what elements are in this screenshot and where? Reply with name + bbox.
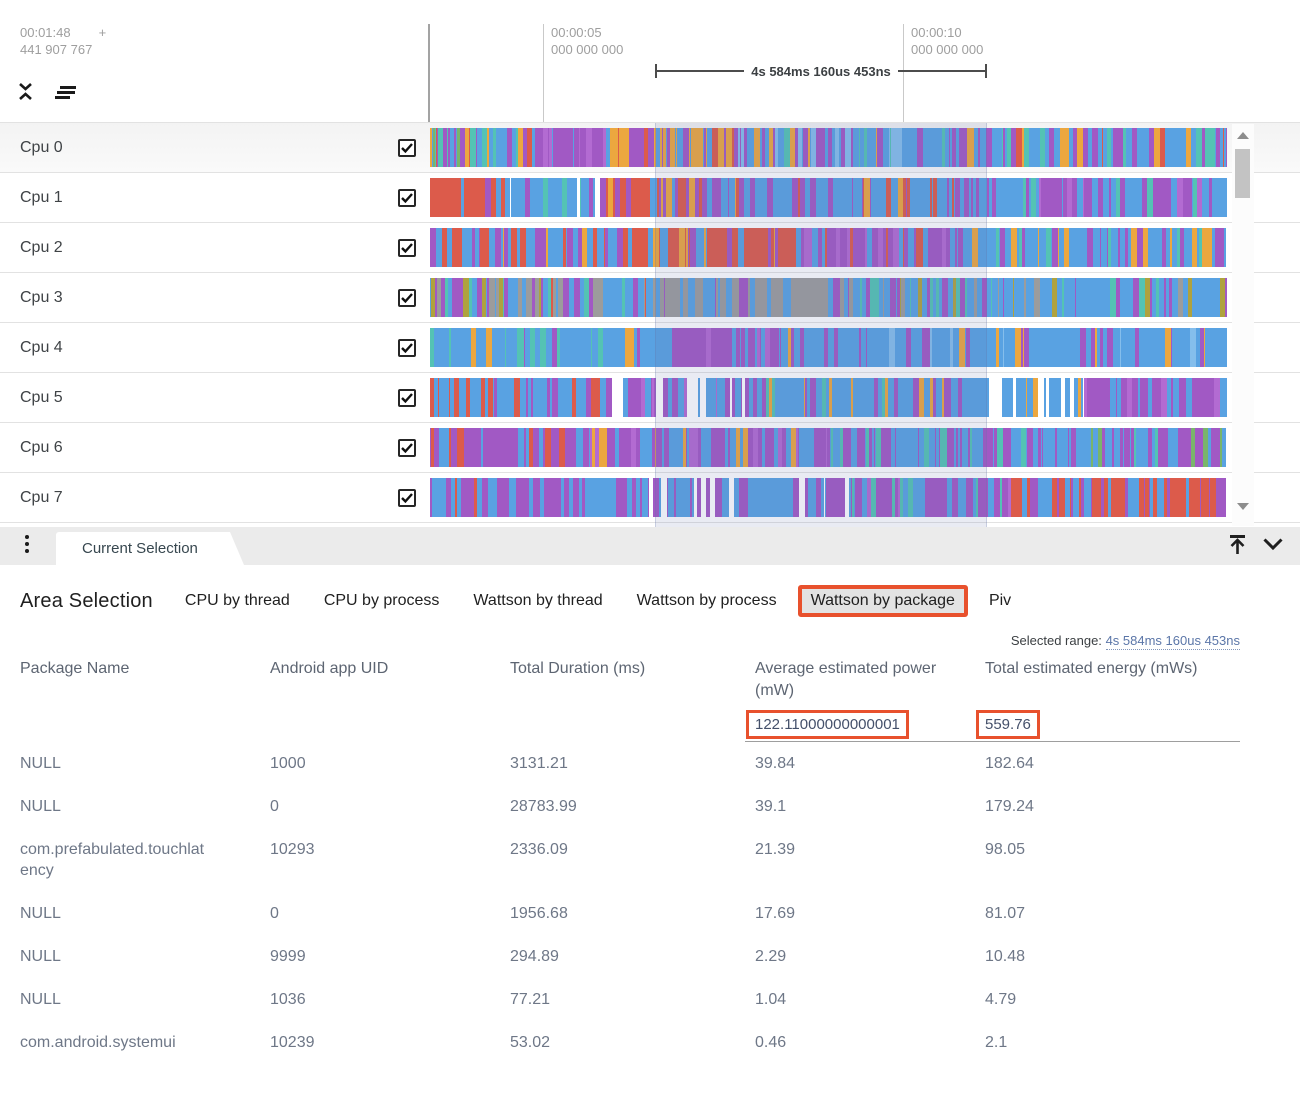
table-cell: 10293 [270,828,510,892]
panel-tab-cpu-by-thread[interactable]: CPU by thread [185,592,290,610]
track-checkbox[interactable] [398,139,416,157]
table-cell: 179.24 [985,785,1240,828]
table-cell: 2.29 [755,935,985,978]
timeline-header: 00:01:48+ 441 907 767 00:00:05 000 000 0… [0,0,1300,122]
track-scrollbar[interactable] [1232,124,1254,526]
table-cell: 2336.09 [510,828,755,892]
track-label: Cpu 3 [20,289,63,307]
collapse-panel-icon[interactable] [1262,537,1284,551]
track-row-cpu-1[interactable]: Cpu 1 [0,173,1300,223]
table-cell: 17.69 [755,892,985,935]
track-row-cpu-5[interactable]: Cpu 5 [0,373,1300,423]
panel-tab-wattson-by-package[interactable]: Wattson by package [798,585,968,617]
timeline-gridline [543,24,544,122]
track-label: Cpu 6 [20,439,63,457]
track-row-cpu-3[interactable]: Cpu 3 [0,273,1300,323]
selection-duration-bracket: 4s 584ms 160us 453ns [655,63,987,79]
table-cell: NULL [20,785,270,828]
panel-title: Area Selection [20,590,153,613]
panel-tab-piv[interactable]: Piv [989,592,1011,610]
bracket-right-tick [985,64,987,78]
panel-tab-wattson-by-process[interactable]: Wattson by process [637,592,777,610]
track-list: Cpu 0 Cpu 1 Cpu 2 Cpu 3 Cpu 4 Cpu 5 Cpu 6 Cpu 7 [0,122,1300,527]
timeline-gridline [428,24,430,122]
table-cell: 1956.68 [510,892,755,935]
selection-duration-label: 4s 584ms 160us 453ns [744,64,898,79]
scroll-down-arrow-icon[interactable] [1237,503,1249,510]
scroll-up-arrow-icon[interactable] [1237,132,1249,139]
table-cell: 81.07 [985,892,1240,935]
timeline-tick-label: 00:00:10 000 000 000 [911,24,983,58]
track-checkbox[interactable] [398,239,416,257]
column-header[interactable]: Android app UID [270,648,510,702]
table-cell: 10239 [270,1021,510,1064]
table-cell: 0.46 [755,1021,985,1064]
expand-panel-icon[interactable] [1227,532,1248,556]
selection-panel: Area Selection CPU by thread CPU by proce… [0,565,1300,1064]
collapse-tracks-icon[interactable] [18,82,33,101]
track-row-cpu-7[interactable]: Cpu 7 [0,473,1300,523]
table-cell: 39.1 [755,785,985,828]
table-cell: 10.48 [985,935,1240,978]
bottom-tab-strip: Current Selection [0,527,1300,565]
track-label: Cpu 0 [20,139,63,157]
table-cell: 1.04 [755,978,985,1021]
panel-tab-cpu-by-process[interactable]: CPU by process [324,592,440,610]
table-cell: 1000 [270,742,510,785]
timeline-origin-timestamp: 00:01:48+ 441 907 767 [20,24,106,58]
column-header[interactable]: Package Name [20,648,270,702]
table-cell: 28783.99 [510,785,755,828]
panel-tab-wattson-by-thread[interactable]: Wattson by thread [473,592,602,610]
summary-total-energy: 559.76 [976,710,1040,739]
table-cell: 0 [270,892,510,935]
track-checkbox[interactable] [398,439,416,457]
track-checkbox[interactable] [398,189,416,207]
sort-tracks-icon[interactable] [53,83,79,101]
table-cell: 53.02 [510,1021,755,1064]
column-header[interactable]: Total estimated energy (mWs) [985,648,1240,702]
track-checkbox[interactable] [398,289,416,307]
table-cell: 21.39 [755,828,985,892]
table-cell: 0 [270,785,510,828]
track-label: Cpu 2 [20,239,63,257]
column-header[interactable]: Average estimated power (mW) [755,648,985,702]
table-cell: com.prefabulated.touchlatency [20,828,270,892]
kebab-menu-icon[interactable] [25,535,29,553]
tab-current-selection[interactable]: Current Selection [56,532,244,565]
track-checkbox[interactable] [398,389,416,407]
wattson-package-table: Package NameAndroid app UIDTotal Duratio… [20,648,1300,1064]
table-cell: 9999 [270,935,510,978]
table-cell: NULL [20,742,270,785]
table-cell: 98.05 [985,828,1240,892]
summary-avg-power: 122.11000000000001 [746,710,909,739]
table-cell: 3131.21 [510,742,755,785]
track-label: Cpu 7 [20,489,63,507]
area-selection-overlay[interactable] [655,123,987,527]
table-cell: 77.21 [510,978,755,1021]
track-checkbox[interactable] [398,339,416,357]
track-label: Cpu 4 [20,339,63,357]
table-cell: 4.79 [985,978,1240,1021]
table-cell: NULL [20,935,270,978]
table-cell: 1036 [270,978,510,1021]
table-cell: 182.64 [985,742,1240,785]
table-cell: com.android.systemui [20,1021,270,1064]
table-cell: NULL [20,978,270,1021]
column-header[interactable]: Total Duration (ms) [510,648,755,702]
timeline-tick-label: 00:00:05 000 000 000 [551,24,623,58]
table-cell: NULL [20,892,270,935]
track-label: Cpu 5 [20,389,63,407]
track-row-cpu-0[interactable]: Cpu 0 [0,123,1300,173]
table-cell: 294.89 [510,935,755,978]
table-cell: 39.84 [755,742,985,785]
table-cell: 2.1 [985,1021,1240,1064]
track-row-cpu-6[interactable]: Cpu 6 [0,423,1300,473]
track-label: Cpu 1 [20,189,63,207]
track-checkbox[interactable] [398,489,416,507]
track-row-cpu-4[interactable]: Cpu 4 [0,323,1300,373]
track-row-cpu-2[interactable]: Cpu 2 [0,223,1300,273]
scrollbar-thumb[interactable] [1235,149,1250,198]
selected-range: Selected range: 4s 584ms 160us 453ns [0,633,1240,648]
